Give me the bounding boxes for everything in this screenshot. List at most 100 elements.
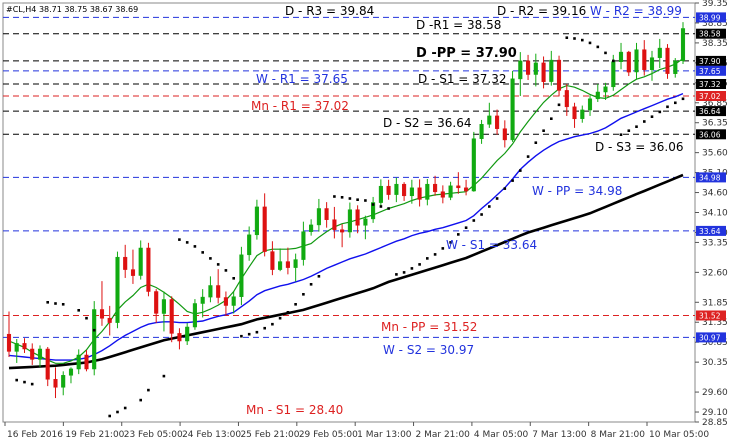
pivot-label-1: D - R2 = 39.16 bbox=[497, 4, 586, 18]
y-tick-label-7: 35.60 bbox=[702, 149, 728, 159]
candle-body-67 bbox=[526, 60, 531, 75]
candle-body-51 bbox=[402, 183, 407, 197]
candle-body-87 bbox=[680, 28, 686, 62]
symbol-info: #CL,H4 38.71 38.75 38.67 38.69 bbox=[6, 5, 138, 14]
candle-body-12 bbox=[99, 309, 105, 319]
candle-body-41 bbox=[324, 208, 329, 220]
sar-dot-55 bbox=[495, 197, 499, 200]
y-tick-label-20: 28.85 bbox=[702, 418, 728, 428]
sar-dot-25 bbox=[255, 330, 259, 334]
sar-dot-12 bbox=[139, 398, 142, 402]
candle-body-59 bbox=[464, 187, 469, 192]
candle-body-35 bbox=[278, 261, 283, 270]
candle-body-4 bbox=[37, 348, 43, 360]
candle-body-82 bbox=[642, 49, 647, 70]
sar-dot-76 bbox=[658, 110, 662, 114]
x-tick-label-0: 16 Feb 2016 bbox=[7, 430, 63, 440]
sar-dot-32 bbox=[309, 283, 313, 286]
price-tag-text-10: 31.52 bbox=[699, 312, 721, 321]
price-tag-text-1: 38.58 bbox=[699, 30, 721, 39]
candle-body-66 bbox=[518, 60, 523, 80]
sar-dot-56 bbox=[503, 187, 507, 190]
pivot-label-12: Mn - PP = 31.52 bbox=[381, 320, 477, 334]
candle-body-0 bbox=[6, 333, 12, 352]
candle-body-8 bbox=[68, 368, 74, 376]
sar-dot-18 bbox=[201, 251, 204, 254]
candle-body-71 bbox=[556, 59, 562, 91]
pivot-label-10: W - PP = 34.98 bbox=[532, 184, 622, 198]
price-tag-text-3: 37.65 bbox=[699, 67, 721, 76]
candle-body-46 bbox=[363, 218, 368, 226]
sar-dot-44 bbox=[410, 267, 414, 270]
candle-body-7 bbox=[61, 375, 66, 388]
sar-dot-61 bbox=[542, 129, 545, 132]
candle-body-84 bbox=[657, 47, 662, 58]
sar-dot-52 bbox=[472, 219, 476, 222]
candle-body-86 bbox=[673, 60, 678, 74]
candle-body-42 bbox=[332, 219, 337, 230]
candle-body-3 bbox=[30, 348, 35, 360]
sar-dot-75 bbox=[650, 115, 654, 118]
y-tick-label-9: 34.60 bbox=[702, 189, 728, 199]
x-tick-label-3: 24 Feb 13:00 bbox=[182, 430, 241, 440]
price-tag-text-7: 36.06 bbox=[699, 130, 721, 139]
sar-dot-24 bbox=[247, 332, 251, 336]
candle-body-27 bbox=[216, 285, 221, 298]
y-tick-label-12: 33.35 bbox=[702, 238, 728, 248]
sar-dot-37 bbox=[356, 198, 359, 201]
candle-body-76 bbox=[595, 91, 600, 100]
x-axis: 16 Feb 2016 19 Feb 21:00 23 Feb 05:00 24 Fe… bbox=[4, 422, 709, 440]
chart-svg: D - R3 = 39.84 D - R2 = 39.16 W - R2 = 38.… bbox=[2, 0, 728, 440]
sar-dot-62 bbox=[550, 117, 553, 120]
candle-body-22 bbox=[177, 333, 182, 342]
x-tick-label-6: 1 Mar 13:00 bbox=[357, 430, 412, 440]
candle-body-53 bbox=[417, 187, 422, 200]
sar-dot-29 bbox=[286, 311, 290, 314]
candle-body-30 bbox=[239, 254, 244, 297]
candle-body-37 bbox=[293, 259, 298, 268]
candle-body-34 bbox=[270, 251, 275, 270]
sar-dot-3 bbox=[46, 301, 49, 304]
candle-body-57 bbox=[448, 185, 453, 198]
sar-dot-30 bbox=[294, 303, 297, 306]
price-tag-text-6: 36.64 bbox=[699, 107, 721, 116]
sar-dot-72 bbox=[627, 129, 631, 132]
y-tick-label-14: 31.85 bbox=[702, 298, 728, 308]
x-tick-label-4: 25 Feb 21:00 bbox=[240, 430, 299, 440]
candle-body-16 bbox=[130, 269, 136, 276]
x-tick-label-8: 4 Mar 05:00 bbox=[474, 430, 529, 440]
pivot-label-0: D - R3 = 39.84 bbox=[285, 4, 374, 18]
y-tick-label-0: 39.35 bbox=[702, 0, 728, 9]
pivot-label-5: W - R1 = 37.65 bbox=[256, 72, 348, 86]
candle-body-9 bbox=[76, 354, 81, 370]
candle-body-20 bbox=[161, 299, 166, 314]
sar-dot-54 bbox=[488, 205, 491, 208]
pivot-label-4: D -PP = 37.90 bbox=[416, 46, 517, 61]
candle-body-56 bbox=[440, 191, 445, 198]
candle-body-23 bbox=[185, 326, 190, 342]
pivot-label-6: D - S1 = 37.32 bbox=[418, 72, 507, 86]
candle-body-18 bbox=[146, 247, 151, 292]
sar-dot-6 bbox=[77, 309, 80, 312]
sar-dot-17 bbox=[193, 245, 197, 248]
candle-body-5 bbox=[45, 348, 50, 380]
sar-dot-16 bbox=[185, 241, 189, 244]
sar-dot-2 bbox=[30, 382, 34, 386]
sar-dot-47 bbox=[433, 253, 437, 256]
candle-body-77 bbox=[603, 86, 608, 93]
sar-dot-60 bbox=[534, 141, 538, 144]
candle-body-78 bbox=[611, 61, 616, 88]
pivot-label-7: Mn - R1 = 37.02 bbox=[251, 99, 349, 113]
x-tick-label-11: 10 Mar 05:00 bbox=[649, 430, 709, 440]
sar-dot-53 bbox=[480, 213, 483, 216]
y-tick-label-17: 30.35 bbox=[702, 358, 728, 368]
sar-dot-8 bbox=[92, 328, 96, 332]
sar-dot-46 bbox=[426, 257, 429, 260]
candle-body-64 bbox=[502, 128, 507, 141]
price-tag-text-8: 34.98 bbox=[699, 173, 721, 182]
pivot-label-8: D - S2 = 36.64 bbox=[383, 116, 472, 130]
price-tag-text-11: 30.97 bbox=[699, 333, 721, 342]
y-tick-label-6: 36.35 bbox=[702, 119, 728, 129]
candle-body-48 bbox=[378, 185, 383, 203]
sar-dot-27 bbox=[271, 322, 274, 326]
